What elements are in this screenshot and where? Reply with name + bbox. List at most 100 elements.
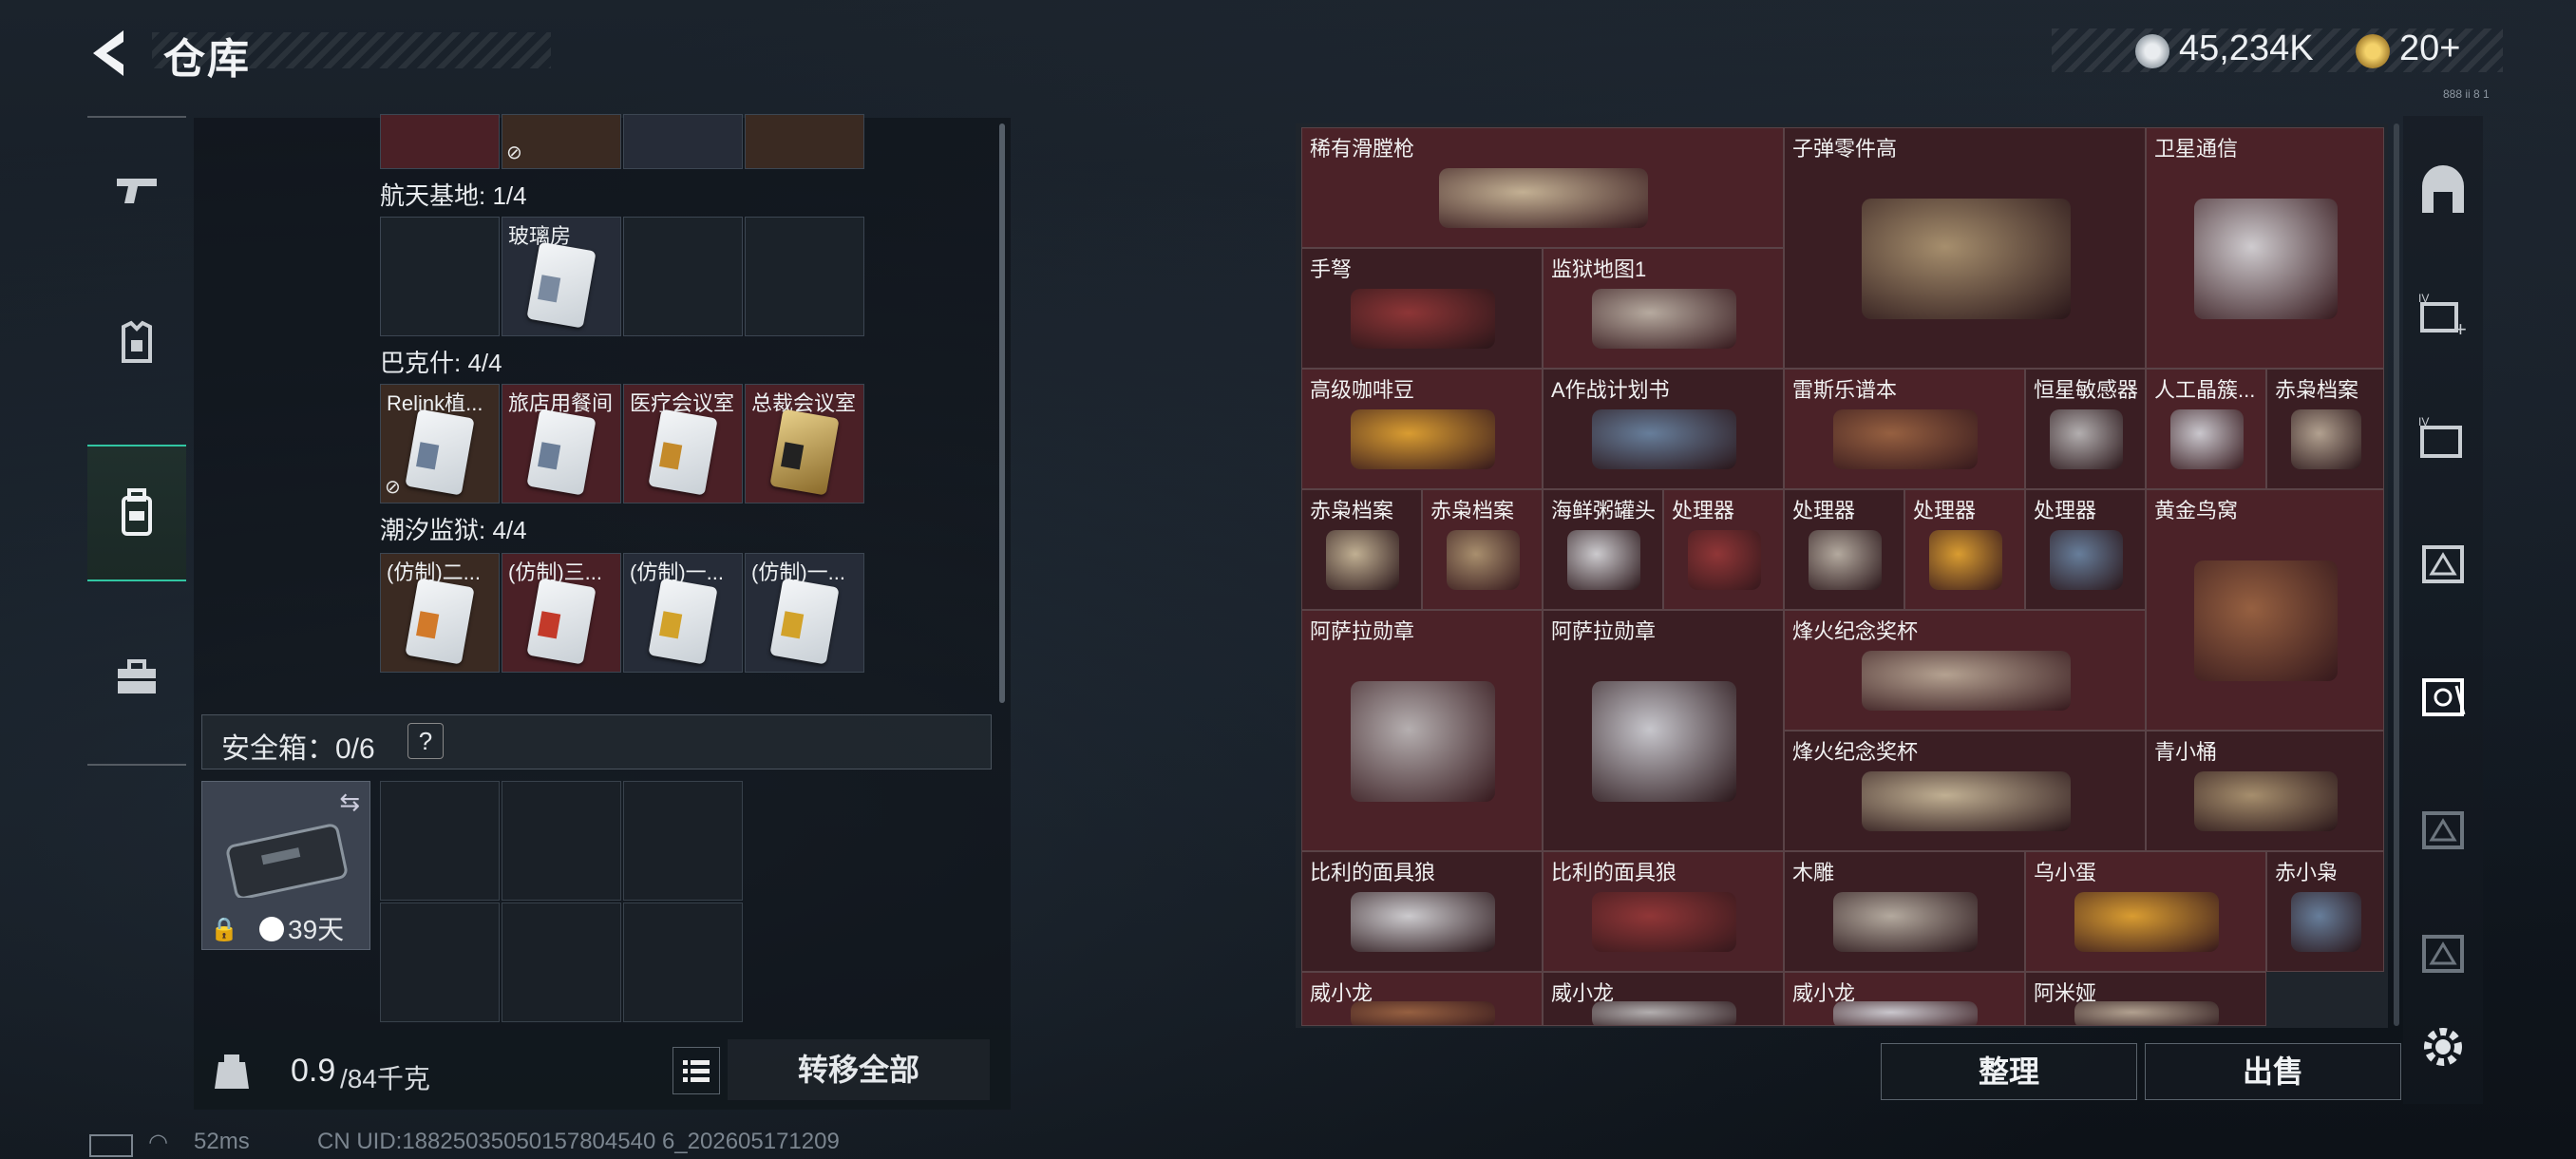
safe-slot[interactable] <box>380 781 500 901</box>
warehouse-item[interactable]: 赤枭档案 <box>1422 489 1543 610</box>
tab-weapons[interactable] <box>87 124 186 256</box>
keycard-item[interactable]: (仿制)一... <box>623 553 743 673</box>
warehouse-item[interactable]: 黄金鸟窝 <box>2146 489 2384 731</box>
keycard-item[interactable]: (仿制)二... <box>380 553 500 673</box>
item-slot[interactable] <box>623 217 743 336</box>
sell-button[interactable]: 出售 <box>2145 1043 2401 1100</box>
warehouse-item[interactable]: 人工晶簇... <box>2146 369 2266 489</box>
item-slot[interactable] <box>380 217 500 336</box>
left-category-nav <box>87 116 186 766</box>
warehouse-item[interactable]: 阿萨拉勋章 <box>1543 610 1784 851</box>
item-picture <box>1591 891 1737 953</box>
warehouse-item[interactable]: 青小桶 <box>2146 731 2384 851</box>
tab-misc-icon[interactable] <box>2415 800 2472 857</box>
warehouse-item[interactable]: 烽火纪念奖杯 <box>1784 610 2146 731</box>
item-picture <box>1567 529 1640 591</box>
keycard-item[interactable]: (仿制)三... <box>502 553 621 673</box>
keycard-item[interactable]: (仿制)一... <box>745 553 864 673</box>
warehouse-item[interactable]: 烽火纪念奖杯 <box>1784 731 2146 851</box>
warehouse-item[interactable]: 子弹零件高 <box>1784 127 2146 369</box>
warehouse-item[interactable]: 手弩 <box>1301 248 1543 369</box>
tab-equipment[interactable] <box>87 276 186 408</box>
item-picture <box>1861 650 2071 712</box>
keycard-item[interactable]: 总裁会议室 <box>745 384 864 504</box>
swap-icon[interactable]: ⇆ <box>339 788 360 817</box>
tab-all-icon[interactable] <box>2415 163 2472 220</box>
backpack-scrollbar[interactable] <box>999 124 1005 703</box>
item-name: 赤枭档案 <box>2275 378 2359 402</box>
item-picture <box>1688 529 1761 591</box>
warehouse-item[interactable]: 处理器 <box>2025 489 2146 610</box>
tab-level3-icon[interactable] <box>2415 534 2472 591</box>
warehouse-item[interactable]: 赤枭档案 <box>2266 369 2384 489</box>
item-slot[interactable]: ⊘ <box>502 114 621 169</box>
weight-max: /84千克 <box>340 1064 430 1093</box>
safe-slot[interactable] <box>380 902 500 1022</box>
sort-button[interactable]: 整理 <box>1881 1043 2137 1100</box>
keycard-item[interactable]: Relink植... ⊘ <box>380 384 500 504</box>
tab-safe-case[interactable] <box>87 612 186 745</box>
keycard-item[interactable]: 玻璃房 <box>502 217 621 336</box>
warehouse-item[interactable]: 海鲜粥罐头 <box>1543 489 1663 610</box>
warehouse-item[interactable]: 恒星敏感器 <box>2025 369 2146 489</box>
item-slot[interactable] <box>380 114 500 169</box>
safe-slot[interactable] <box>623 902 743 1022</box>
tab-collectibles-icon[interactable] <box>2415 667 2472 724</box>
help-button[interactable]: ? <box>407 723 444 759</box>
briefcase-icon <box>118 659 156 694</box>
keycard-item[interactable]: 旅店用餐间 <box>502 384 621 504</box>
section-label-bakshi: 巴克什: 4/4 <box>380 349 502 377</box>
list-button[interactable] <box>672 1047 720 1094</box>
warehouse-item[interactable]: 木雕 <box>1784 851 2025 972</box>
warehouse-item[interactable]: A作战计划书 <box>1543 369 1784 489</box>
tab-other-icon[interactable] <box>2415 923 2472 980</box>
warehouse-item[interactable]: 赤小枭 <box>2266 851 2384 972</box>
warehouse-item[interactable]: 雷斯乐谱本 <box>1784 369 2025 489</box>
warehouse-item[interactable]: 稀有滑膛枪 <box>1301 127 1784 248</box>
lock-icon: ⊘ <box>385 477 401 498</box>
warehouse-item[interactable]: 比利的面具狼 <box>1543 851 1784 972</box>
warehouse-item[interactable]: 处理器 <box>1784 489 1904 610</box>
warehouse-item[interactable]: 高级咖啡豆 <box>1301 369 1543 489</box>
item-slot[interactable] <box>745 114 864 169</box>
tab-backpack[interactable] <box>87 445 186 581</box>
battery-icon <box>89 1134 133 1157</box>
item-name: 海鲜粥罐头 <box>1551 499 1657 522</box>
warehouse-item[interactable]: 监狱地图1 <box>1543 248 1784 369</box>
warehouse-item[interactable]: 处理器 <box>1904 489 2025 610</box>
safe-box-item[interactable]: ⇆ 🔒 39天 <box>201 781 370 950</box>
list-icon <box>683 1060 710 1082</box>
item-picture <box>1809 529 1882 591</box>
back-icon[interactable] <box>85 27 133 80</box>
safe-slot[interactable] <box>502 902 621 1022</box>
warehouse-item[interactable]: 比利的面具狼 <box>1301 851 1543 972</box>
item-name: 处理器 <box>1792 499 1856 522</box>
safe-slot[interactable] <box>502 781 621 901</box>
warehouse-item[interactable]: 阿萨拉勋章 <box>1301 610 1543 851</box>
item-name: 比利的面具狼 <box>1310 861 1436 884</box>
transfer-all-button[interactable]: 转移全部 <box>728 1039 990 1100</box>
warehouse-item[interactable]: 赤枭档案 <box>1301 489 1422 610</box>
item-slot[interactable] <box>745 217 864 336</box>
warehouse-item[interactable]: 威小龙 <box>1543 972 1784 1026</box>
item-picture <box>2194 560 2338 681</box>
item-picture <box>2290 891 2362 953</box>
warehouse-item[interactable]: 处理器 <box>1663 489 1784 610</box>
keycard-icon <box>769 578 840 665</box>
warehouse-item[interactable]: 阿米娅 <box>2025 972 2266 1026</box>
gear-icon[interactable] <box>2415 1018 2472 1075</box>
warehouse-item[interactable]: 威小龙 <box>1784 972 2025 1026</box>
keycard-item[interactable]: 医疗会议室 <box>623 384 743 504</box>
item-picture <box>1350 408 1496 470</box>
tab-level4-weapon-icon[interactable]: IV + <box>2415 287 2472 344</box>
safe-slot[interactable] <box>623 781 743 901</box>
tab-level4-folder-icon[interactable]: IV <box>2415 410 2472 467</box>
warehouse-item[interactable]: 威小龙 <box>1301 972 1543 1026</box>
item-name: 雷斯乐谱本 <box>1792 378 1898 402</box>
item-slot[interactable] <box>623 114 743 169</box>
safe-case-icon <box>226 824 348 898</box>
warehouse-item[interactable]: 乌小蛋 <box>2025 851 2266 972</box>
warehouse-item[interactable]: 卫星通信 <box>2146 127 2384 369</box>
item-picture <box>2074 1001 2220 1025</box>
warehouse-scrollbar[interactable] <box>2394 124 2399 1026</box>
